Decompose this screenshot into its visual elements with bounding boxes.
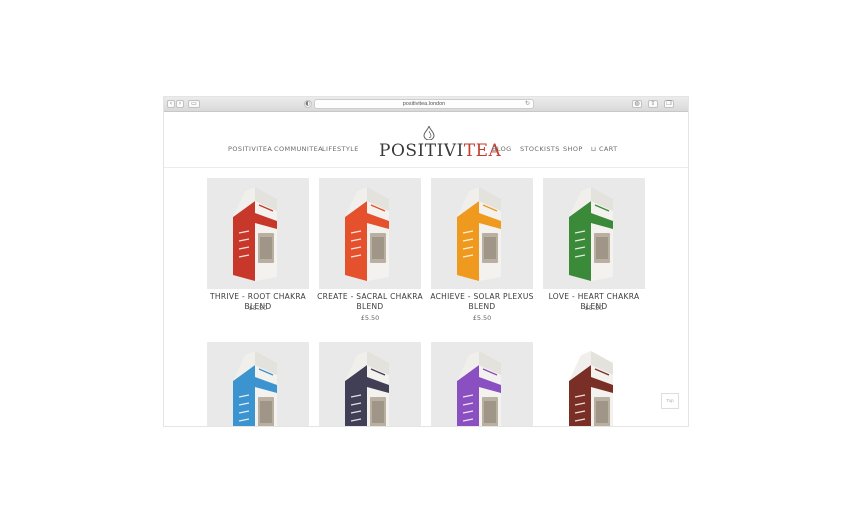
cart-label: CART	[598, 145, 618, 153]
nav-shop[interactable]: SHOP	[563, 145, 583, 153]
product-price: £5.50	[248, 304, 268, 312]
product-image[interactable]	[431, 178, 533, 289]
sidebar-icon[interactable]: ▭	[188, 100, 200, 108]
product-price: £5.50	[584, 304, 604, 312]
tea-box-illustration	[457, 351, 501, 426]
product-image[interactable]	[207, 342, 309, 426]
back-to-top-button[interactable]: Top	[661, 393, 679, 409]
tea-leaves	[596, 401, 608, 423]
browser-window: ‹ › ▭ ◐ positivitea.london ↻ ◍ ⇧ ❐ POSIT…	[164, 97, 688, 426]
forward-button[interactable]: ›	[176, 100, 184, 108]
tea-box-illustration	[233, 351, 277, 426]
tabs-icon[interactable]: ❐	[664, 100, 674, 108]
product-image[interactable]	[319, 178, 421, 289]
tea-leaves	[260, 237, 272, 259]
product-image[interactable]	[543, 178, 645, 289]
teardrop-icon	[423, 126, 435, 140]
tea-box-illustration	[569, 187, 613, 281]
cart-icon: ⊔	[591, 145, 599, 153]
tea-leaves	[484, 401, 496, 423]
site-header: POSITIVITEA COMMUNITEA LIFESTYLE POSITIV…	[164, 112, 688, 168]
product-image[interactable]	[319, 342, 421, 426]
url-text: positivitea.london	[402, 101, 446, 107]
nav-blog[interactable]: BLOG	[492, 145, 512, 153]
logo-wordmark: POSITIVITEA	[379, 141, 501, 161]
address-bar[interactable]: positivitea.london ↻	[314, 99, 534, 109]
product-price: £5.50	[360, 314, 380, 322]
website: POSITIVITEA COMMUNITEA LIFESTYLE POSITIV…	[164, 112, 688, 426]
nav-communitea[interactable]: COMMUNITEA	[274, 145, 323, 153]
logo-main: POSITIVI	[379, 141, 464, 161]
site-logo[interactable]: POSITIVITEA	[379, 126, 501, 166]
tea-box-illustration	[457, 187, 501, 281]
shield-icon[interactable]: ◐	[304, 100, 312, 108]
tea-leaves	[484, 237, 496, 259]
tea-box-illustration	[569, 351, 613, 426]
tea-leaves	[372, 401, 384, 423]
tea-leaves	[260, 401, 272, 423]
tea-box-illustration	[345, 187, 389, 281]
product-title[interactable]: ACHIEVE - SOLAR PLEXUS BLEND	[425, 292, 539, 312]
extension-icon[interactable]: ◍	[632, 100, 642, 108]
share-icon[interactable]: ⇧	[648, 100, 658, 108]
back-button[interactable]: ‹	[167, 100, 175, 108]
product-image[interactable]	[207, 178, 309, 289]
tea-leaves	[596, 237, 608, 259]
product-image[interactable]	[543, 342, 645, 426]
tea-box-illustration	[233, 187, 277, 281]
nav-positivitea[interactable]: POSITIVITEA	[228, 145, 272, 153]
nav-lifestyle[interactable]: LIFESTYLE	[322, 145, 359, 153]
reload-icon[interactable]: ↻	[525, 100, 530, 108]
product-image[interactable]	[431, 342, 533, 426]
product-price: £5.50	[472, 314, 492, 322]
tea-leaves	[372, 237, 384, 259]
browser-toolbar: ‹ › ▭ ◐ positivitea.london ↻ ◍ ⇧ ❐	[164, 97, 688, 112]
nav-cart[interactable]: ⊔ CART	[591, 145, 618, 153]
nav-stockists[interactable]: STOCKISTS	[520, 145, 560, 153]
product-title[interactable]: CREATE - SACRAL CHAKRA BLEND	[313, 292, 427, 312]
tea-box-illustration	[345, 351, 389, 426]
